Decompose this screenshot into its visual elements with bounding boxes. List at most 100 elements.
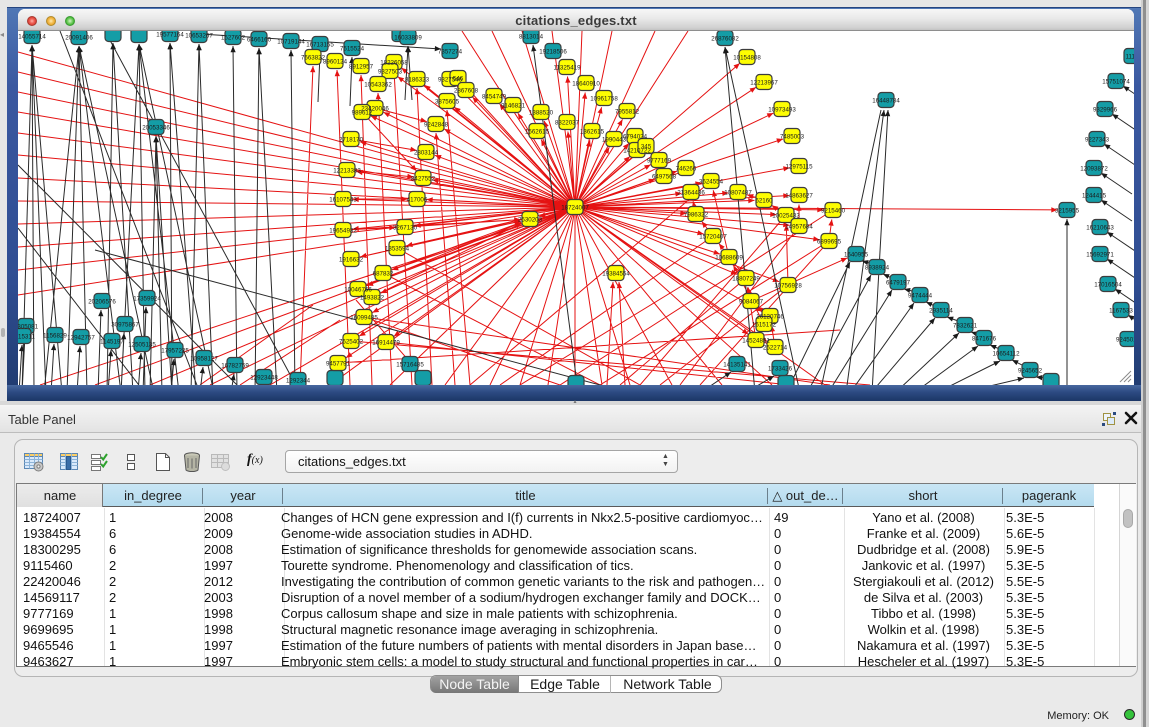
svg-text:1112: 1112 <box>1126 53 1134 60</box>
svg-text:15716485: 15716485 <box>396 361 424 368</box>
svg-text:16713155: 16713155 <box>306 41 334 48</box>
svg-text:16033809: 16033809 <box>394 34 422 41</box>
svg-text:9242848: 9242848 <box>424 121 449 128</box>
svg-text:687832: 687832 <box>373 270 394 277</box>
svg-text:12505135: 12505135 <box>128 341 156 348</box>
svg-text:20053346: 20053346 <box>142 124 170 131</box>
svg-text:12975115: 12975115 <box>785 163 813 170</box>
svg-text:1615172: 1615172 <box>752 321 777 328</box>
svg-text:14055714: 14055714 <box>18 33 46 40</box>
svg-text:3267130: 3267130 <box>393 224 418 231</box>
svg-text:10653267: 10653267 <box>185 32 213 39</box>
svg-text:9474444: 9474444 <box>908 292 933 299</box>
svg-text:10756928: 10756928 <box>774 282 802 289</box>
svg-text:62160: 62160 <box>755 197 773 204</box>
svg-text:12942757: 12942757 <box>67 334 95 341</box>
svg-text:3624554: 3624554 <box>699 178 724 185</box>
svg-text:9457791: 9457791 <box>326 360 351 367</box>
svg-text:1916632: 1916632 <box>339 256 364 263</box>
svg-text:10807487: 10807487 <box>724 189 752 196</box>
svg-text:7357274: 7357274 <box>438 48 463 55</box>
svg-text:14957684: 14957684 <box>785 223 813 230</box>
svg-text:3215955: 3215955 <box>1055 207 1080 214</box>
svg-text:14135141: 14135141 <box>723 361 751 368</box>
svg-text:8471676: 8471676 <box>972 335 997 342</box>
svg-text:8454749: 8454749 <box>482 93 507 100</box>
svg-text:10025433: 10025433 <box>772 212 800 219</box>
svg-text:989612: 989612 <box>352 109 373 116</box>
svg-text:2803144: 2803144 <box>414 149 439 156</box>
svg-text:7515524: 7515524 <box>340 45 365 52</box>
svg-text:7955812: 7955812 <box>615 108 640 115</box>
svg-text:6479197: 6479197 <box>886 279 911 286</box>
svg-text:12213383: 12213383 <box>333 167 361 174</box>
svg-text:6899695: 6899695 <box>817 238 842 245</box>
svg-text:10961758: 10961758 <box>590 95 618 102</box>
svg-text:10688609: 10688609 <box>715 254 743 261</box>
svg-text:15692971: 15692971 <box>1086 251 1114 258</box>
svg-text:16448784: 16448784 <box>872 97 900 104</box>
svg-text:10154808: 10154808 <box>733 54 761 61</box>
svg-text:16210643: 16210643 <box>1086 224 1114 231</box>
svg-text:1156829: 1156829 <box>43 332 67 339</box>
svg-text:1305081: 1305081 <box>18 323 39 330</box>
svg-text:9245652: 9245652 <box>1018 367 1043 374</box>
svg-text:16120746: 16120746 <box>756 313 784 320</box>
svg-text:1527602: 1527602 <box>221 34 246 41</box>
svg-text:16914479: 16914479 <box>372 339 400 346</box>
svg-text:26876082: 26876082 <box>711 35 739 42</box>
svg-text:6794024: 6794024 <box>623 133 648 140</box>
svg-text:8427552: 8427552 <box>411 175 436 182</box>
svg-text:20091406: 20091406 <box>65 34 93 41</box>
svg-text:10543362: 10543362 <box>364 81 392 88</box>
svg-text:14863627: 14863627 <box>785 192 813 199</box>
svg-text:10973493: 10973493 <box>768 106 796 113</box>
svg-text:9146821: 9146821 <box>501 102 526 109</box>
svg-text:14524851: 14524851 <box>742 337 770 344</box>
svg-text:2530203: 2530203 <box>518 216 543 223</box>
svg-text:10654112: 10654112 <box>992 350 1020 357</box>
svg-text:8813014: 8813014 <box>519 33 544 40</box>
svg-text:345: 345 <box>641 143 652 150</box>
svg-text:8912957: 8912957 <box>349 63 374 70</box>
svg-text:1244415: 1244415 <box>1082 192 1107 199</box>
svg-text:19384554: 19384554 <box>602 270 630 277</box>
svg-text:15751074: 15751074 <box>1102 78 1130 85</box>
svg-text:21364436: 21364436 <box>677 189 705 196</box>
svg-text:546: 546 <box>453 75 464 82</box>
svg-text:18724007: 18724007 <box>561 204 589 211</box>
svg-text:17359924: 17359924 <box>133 295 161 302</box>
svg-text:18640910: 18640910 <box>572 80 600 87</box>
svg-text:8938924: 8938924 <box>865 264 890 271</box>
svg-text:8186323: 8186323 <box>405 76 430 83</box>
svg-text:1388520: 1388520 <box>529 109 554 116</box>
svg-text:10719144: 10719144 <box>277 38 305 45</box>
svg-text:7625402: 7625402 <box>339 338 364 345</box>
svg-text:3915311: 3915311 <box>18 333 35 340</box>
svg-text:6466160: 6466160 <box>247 36 272 43</box>
svg-text:9777169: 9777169 <box>647 157 672 164</box>
svg-text:417006: 417006 <box>407 196 428 203</box>
svg-text:12923448: 12923448 <box>250 374 278 381</box>
svg-text:9245012: 9245012 <box>1116 336 1134 343</box>
svg-text:9084067: 9084067 <box>739 298 764 305</box>
svg-text:30975867: 30975867 <box>111 321 139 328</box>
svg-text:2718170: 2718170 <box>339 136 364 143</box>
svg-text:1493822: 1493822 <box>360 294 385 301</box>
svg-text:1292344: 1292344 <box>286 377 311 384</box>
svg-text:12213967: 12213967 <box>750 79 778 86</box>
svg-text:7663822: 7663822 <box>301 54 326 61</box>
svg-text:3875605: 3875605 <box>435 98 460 105</box>
svg-text:2522714: 2522714 <box>763 344 788 351</box>
svg-text:1640955: 1640955 <box>844 251 869 258</box>
svg-text:17016504: 17016504 <box>1094 281 1122 288</box>
svg-text:18807249: 18807249 <box>732 275 760 282</box>
svg-text:6497568: 6497568 <box>652 173 677 180</box>
svg-text:1353594: 1353594 <box>385 245 410 252</box>
svg-text:16107543: 16107543 <box>329 196 357 203</box>
svg-text:8322037: 8322037 <box>555 119 580 126</box>
svg-text:2867608: 2867608 <box>454 87 479 94</box>
svg-text:19577164: 19577164 <box>156 31 184 38</box>
svg-text:1145197: 1145197 <box>100 338 124 345</box>
svg-text:15720407: 15720407 <box>699 233 727 240</box>
